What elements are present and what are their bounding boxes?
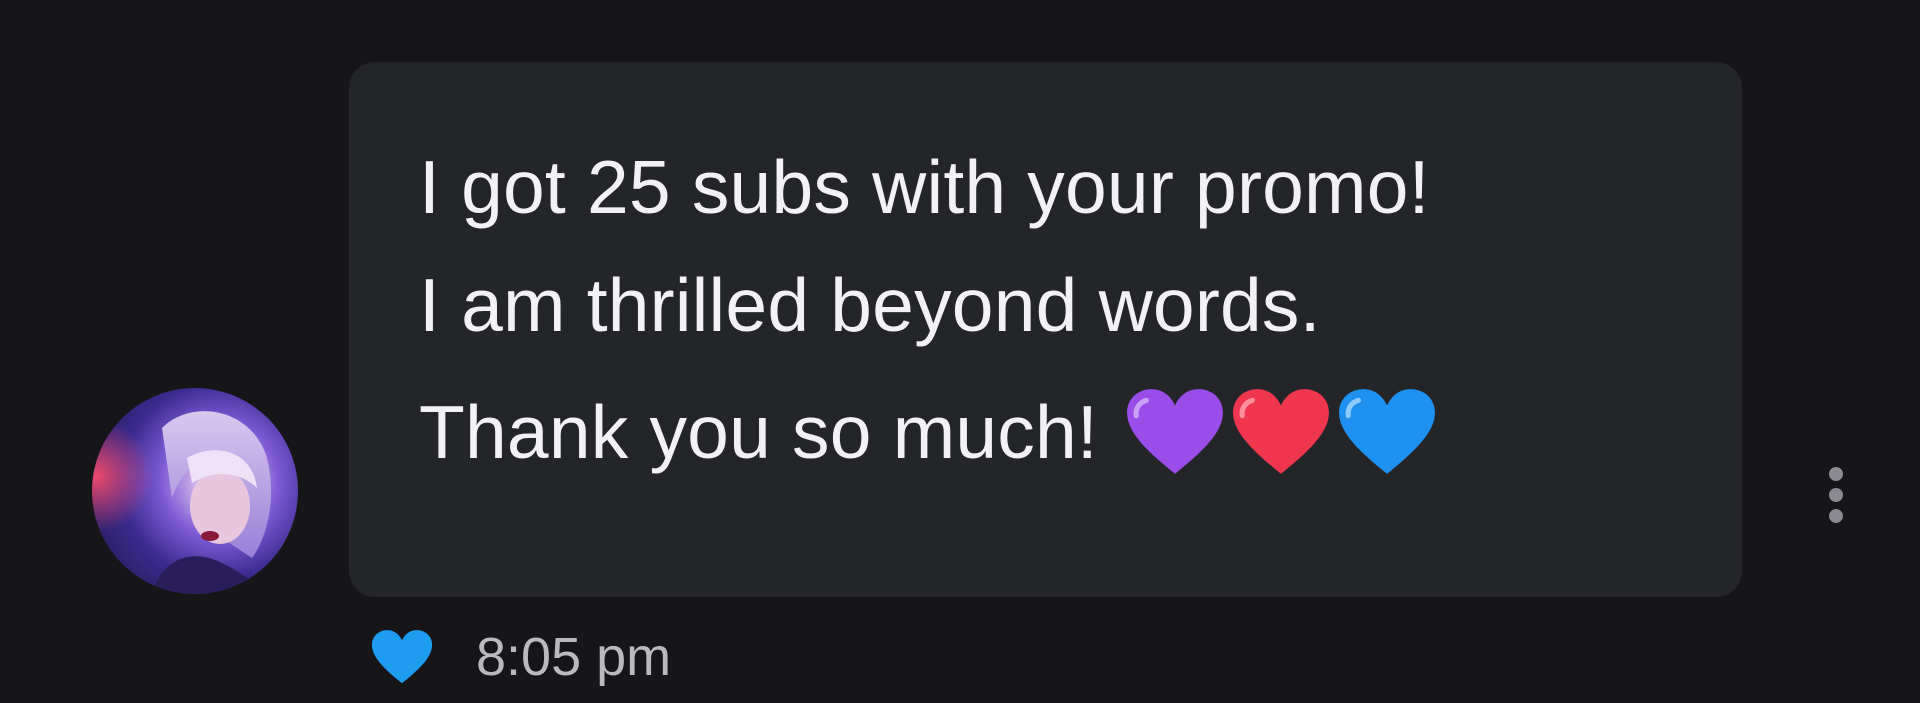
message-timestamp: 8:05 pm [476, 627, 672, 687]
message-line-3-row: Thank you so much! [419, 386, 1438, 478]
message-meta: 8:05 pm [370, 628, 671, 686]
more-vertical-icon-dot [1829, 488, 1843, 502]
purple-heart-icon [1124, 386, 1226, 478]
message-line-2: I am thrilled beyond words. [419, 263, 1321, 347]
blue-heart-reaction-icon[interactable] [370, 628, 434, 686]
more-vertical-icon-dot [1829, 509, 1843, 523]
blue-heart-icon [1336, 386, 1438, 478]
message-bubble[interactable]: I got 25 subs with your promo! I am thri… [349, 62, 1742, 597]
sender-avatar[interactable] [92, 388, 298, 594]
heart-emojis [1124, 386, 1438, 478]
more-vertical-icon-dot [1829, 467, 1843, 481]
avatar-photo [92, 411, 272, 594]
message-line-1: I got 25 subs with your promo! [419, 145, 1430, 229]
message-line-3: Thank you so much! [419, 389, 1098, 474]
red-heart-icon [1230, 386, 1332, 478]
chat-screen: I got 25 subs with your promo! I am thri… [0, 0, 1920, 703]
more-options-button[interactable] [1812, 455, 1860, 535]
